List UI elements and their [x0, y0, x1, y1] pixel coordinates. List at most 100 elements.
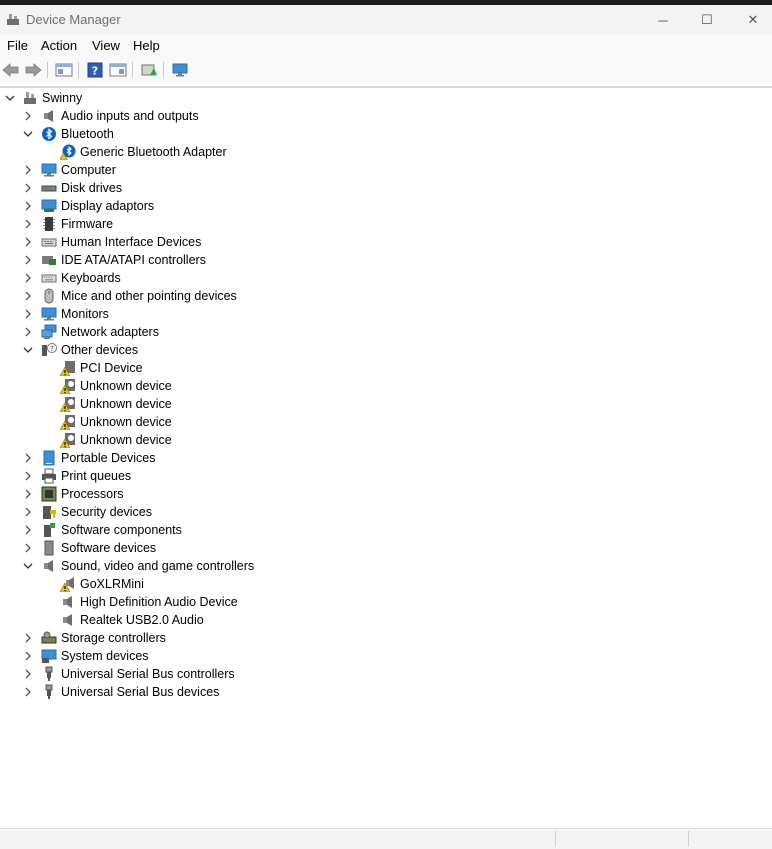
chevron-right-icon[interactable]	[21, 541, 35, 555]
tree-item-other-devices[interactable]: ? Other devices	[0, 341, 772, 359]
chevron-right-icon[interactable]	[21, 217, 35, 231]
tree-item-security-devices[interactable]: Security devices	[0, 503, 772, 521]
chevron-down-icon[interactable]	[21, 127, 35, 141]
tree-item-ide-ata-atapi[interactable]: IDE ATA/ATAPI controllers	[0, 251, 772, 269]
update-driver-icon	[141, 64, 157, 76]
chevron-right-icon[interactable]	[21, 325, 35, 339]
chevron-right-icon[interactable]	[21, 685, 35, 699]
chevron-right-icon[interactable]	[21, 235, 35, 249]
bluetooth-icon	[42, 127, 56, 141]
tree-item-label: Processors	[61, 487, 124, 501]
tree-item-network-adapters[interactable]: Network adapters	[0, 323, 772, 341]
tree-item-system-devices[interactable]: System devices	[0, 647, 772, 665]
tree-item-storage-controllers[interactable]: Storage controllers	[0, 629, 772, 647]
chevron-down-icon[interactable]	[3, 91, 17, 105]
update-driver-button[interactable]	[139, 60, 159, 80]
menu-help[interactable]: Help	[133, 38, 160, 53]
scan-hardware-icon	[172, 63, 188, 77]
menu-view[interactable]: View	[92, 38, 120, 53]
tree-item-print-queues[interactable]: Print queues	[0, 467, 772, 485]
computer-root-icon	[24, 92, 36, 104]
toolbar: ?	[0, 57, 772, 82]
chevron-right-icon[interactable]	[21, 487, 35, 501]
help-icon: ?	[87, 62, 103, 78]
help-button[interactable]: ?	[85, 60, 105, 80]
tree-item-keyboards[interactable]: Keyboards	[0, 269, 772, 287]
tree-item-software-components[interactable]: Software components	[0, 521, 772, 539]
tree-item-human-interface-devices[interactable]: Human Interface Devices	[0, 233, 772, 251]
toolbar-separator	[132, 62, 133, 78]
tree-item-software-devices[interactable]: Software devices	[0, 539, 772, 557]
tree-item-display-adaptors[interactable]: Display adaptors	[0, 197, 772, 215]
tree-item-generic-bluetooth-adapter[interactable]: Generic Bluetooth Adapter	[0, 143, 772, 161]
tree-item-label: Swinny	[42, 91, 83, 105]
chevron-down-icon[interactable]	[21, 559, 35, 573]
tree-item-disk-drives[interactable]: Disk drives	[0, 179, 772, 197]
device-warning-icon	[60, 433, 75, 448]
speaker-icon	[41, 558, 57, 574]
tree-root[interactable]: Swinny	[0, 89, 772, 107]
show-hide-console-tree-button[interactable]	[54, 60, 74, 80]
window-title: Device Manager	[26, 12, 121, 27]
chevron-right-icon[interactable]	[21, 505, 35, 519]
tree-item-audio-inputs-outputs[interactable]: Audio inputs and outputs	[0, 107, 772, 125]
tree-item-processors[interactable]: Processors	[0, 485, 772, 503]
tree-item-monitors[interactable]: Monitors	[0, 305, 772, 323]
tree-item-label: Unknown device	[80, 379, 172, 393]
chevron-right-icon[interactable]	[21, 469, 35, 483]
tree-item-usb-devices[interactable]: Universal Serial Bus devices	[0, 683, 772, 701]
tree-item-portable-devices[interactable]: Portable Devices	[0, 449, 772, 467]
chevron-right-icon[interactable]	[21, 307, 35, 321]
tree-item-unknown-device[interactable]: Unknown device	[0, 413, 772, 431]
tree-item-firmware[interactable]: Firmware	[0, 215, 772, 233]
tree-item-computer[interactable]: Computer	[0, 161, 772, 179]
tree-item-usb-controllers[interactable]: Universal Serial Bus controllers	[0, 665, 772, 683]
title-bar[interactable]: Device Manager ─ ☐ ✕	[0, 5, 772, 35]
tree-item-hd-audio-device[interactable]: High Definition Audio Device	[0, 593, 772, 611]
chevron-right-icon[interactable]	[21, 649, 35, 663]
back-button[interactable]	[1, 60, 21, 80]
tree-item-unknown-device[interactable]: Unknown device	[0, 377, 772, 395]
security-device-icon	[43, 506, 56, 519]
keyboard-icon	[41, 274, 57, 283]
tree-item-label: Unknown device	[80, 433, 172, 447]
tree-item-mice[interactable]: Mice and other pointing devices	[0, 287, 772, 305]
menu-file[interactable]: File	[7, 38, 28, 53]
minimize-button[interactable]: ─	[640, 5, 686, 35]
tree-item-goxlr-mini[interactable]: GoXLRMini	[0, 575, 772, 593]
chevron-down-icon[interactable]	[21, 343, 35, 357]
chevron-right-icon[interactable]	[21, 109, 35, 123]
tree-item-pci-device[interactable]: PCI Device	[0, 359, 772, 377]
chevron-right-icon[interactable]	[21, 163, 35, 177]
chevron-right-icon[interactable]	[21, 271, 35, 285]
tree-item-unknown-device[interactable]: Unknown device	[0, 395, 772, 413]
chevron-right-icon[interactable]	[21, 199, 35, 213]
properties-button[interactable]	[108, 60, 128, 80]
forward-arrow-icon	[25, 63, 42, 77]
tree-item-label: Storage controllers	[61, 631, 166, 645]
chevron-right-icon[interactable]	[21, 667, 35, 681]
chevron-right-icon[interactable]	[21, 181, 35, 195]
scan-for-hardware-changes-button[interactable]	[170, 60, 190, 80]
maximize-button[interactable]: ☐	[684, 5, 730, 35]
tree-item-sound-video-game[interactable]: Sound, video and game controllers	[0, 557, 772, 575]
forward-button[interactable]	[23, 60, 43, 80]
tree-item-label: Display adaptors	[61, 199, 155, 213]
svg-text:?: ?	[50, 345, 54, 353]
chevron-right-icon[interactable]	[21, 451, 35, 465]
tree-item-label: Unknown device	[80, 415, 172, 429]
chevron-right-icon[interactable]	[21, 631, 35, 645]
ide-controller-icon	[42, 256, 56, 265]
menu-action[interactable]: Action	[41, 38, 77, 53]
chevron-right-icon[interactable]	[21, 253, 35, 267]
tree-item-unknown-device[interactable]: Unknown device	[0, 431, 772, 449]
chevron-right-icon[interactable]	[21, 289, 35, 303]
chevron-right-icon[interactable]	[21, 523, 35, 537]
status-divider	[555, 831, 556, 847]
close-icon: ✕	[747, 12, 759, 27]
close-button[interactable]: ✕	[730, 5, 772, 35]
device-manager-app-icon	[6, 13, 20, 27]
tree-item-realtek-usb-audio[interactable]: Realtek USB2.0 Audio	[0, 611, 772, 629]
minimize-icon: ─	[658, 12, 668, 28]
tree-item-bluetooth[interactable]: Bluetooth	[0, 125, 772, 143]
